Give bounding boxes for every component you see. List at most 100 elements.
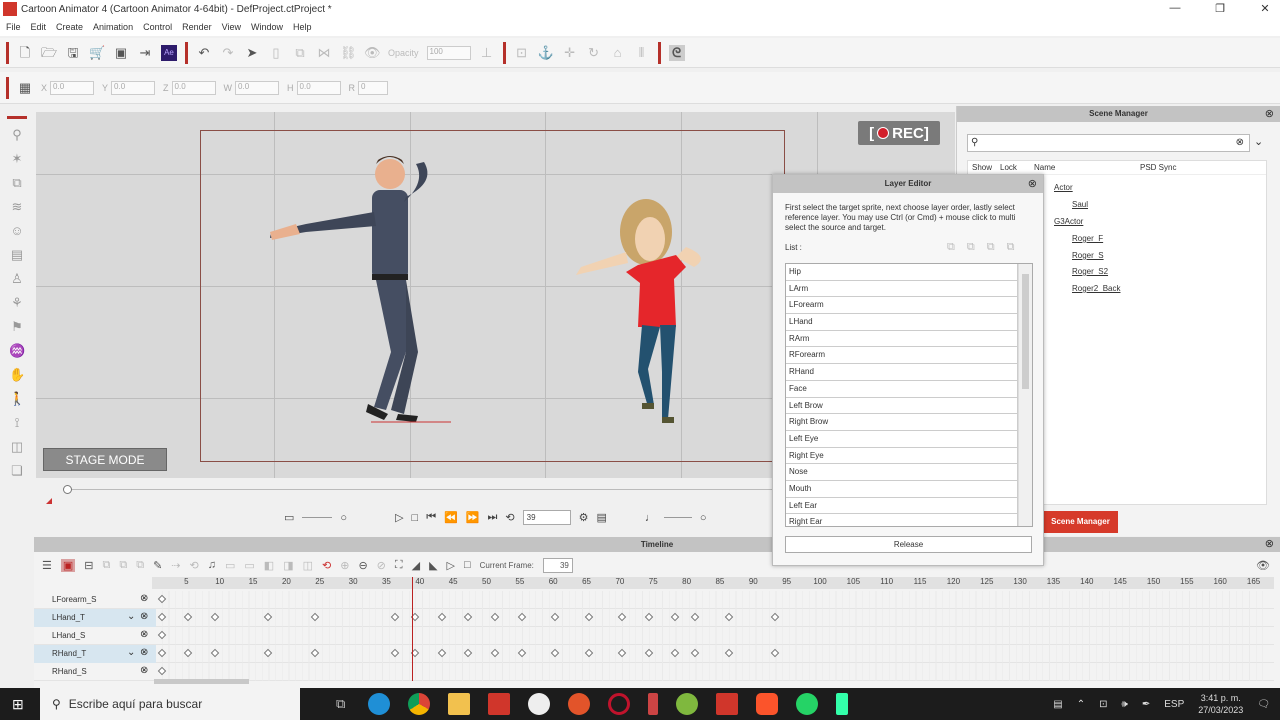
- settings-gear-icon[interactable]: ⚙: [579, 511, 589, 524]
- tree-item-roger-s[interactable]: Roger_S: [1072, 251, 1104, 260]
- maximize-button[interactable]: ❐: [1205, 2, 1235, 15]
- timeline-track[interactable]: RHand_T ⊗ ⌄: [34, 645, 1274, 663]
- roger-character[interactable]: [576, 197, 716, 427]
- layer-list-item[interactable]: RHand: [786, 364, 1018, 381]
- menu-control[interactable]: Control: [143, 22, 172, 32]
- layer-list-item[interactable]: Right Brow: [786, 414, 1018, 431]
- menu-create[interactable]: Create: [56, 22, 83, 32]
- track-lane[interactable]: [156, 591, 1268, 609]
- undo-icon[interactable]: ↶: [196, 45, 212, 61]
- music-icon[interactable]: ♫: [208, 559, 216, 571]
- taskbar-search[interactable]: ⚲ Escribe aquí para buscar: [40, 688, 300, 720]
- select-arrow-icon[interactable]: ➤: [244, 45, 260, 61]
- clock[interactable]: 3:41 p. m. 27/03/2023: [1198, 692, 1243, 716]
- volume-icon[interactable]: 🕪: [1122, 699, 1128, 710]
- play-icon[interactable]: ▷: [395, 511, 403, 524]
- motion-pilot-icon[interactable]: ✶: [9, 151, 25, 167]
- duplicate-icon[interactable]: ▯: [268, 45, 284, 61]
- keyframe[interactable]: [157, 648, 166, 658]
- close-icon[interactable]: ⊗: [1265, 537, 1274, 552]
- notification-icon[interactable]: 🗨: [1257, 699, 1270, 710]
- cut-icon[interactable]: ⧉: [136, 559, 144, 572]
- puppet-icon[interactable]: ♙: [9, 271, 25, 287]
- cartoon-animator-icon[interactable]: [488, 693, 511, 715]
- menu-render[interactable]: Render: [182, 22, 212, 32]
- keyframe[interactable]: [691, 648, 700, 658]
- keyframe[interactable]: [644, 648, 653, 658]
- grid-icon[interactable]: ▤: [9, 247, 25, 263]
- layer-list-item[interactable]: RForearm: [786, 347, 1018, 365]
- layer-icon[interactable]: ❏: [9, 463, 25, 479]
- keyframe[interactable]: [490, 612, 500, 622]
- task-view-icon[interactable]: ⧉: [336, 696, 345, 712]
- remove-track-icon[interactable]: ⊗: [140, 593, 148, 604]
- y-input[interactable]: 0.0: [111, 80, 156, 95]
- flip-icon[interactable]: ⋈: [316, 45, 332, 61]
- path-icon[interactable]: ⟟: [9, 415, 25, 431]
- break-icon[interactable]: ◨: [283, 559, 293, 572]
- zoom-out-icon[interactable]: ⊖: [358, 559, 367, 572]
- send-backward-icon[interactable]: ⧉: [987, 241, 995, 254]
- track-lane[interactable]: [156, 663, 1268, 681]
- track-lane[interactable]: [156, 645, 1268, 663]
- network-icon[interactable]: ⊡: [1099, 699, 1107, 710]
- scene-manager-button[interactable]: Scene Manager: [1043, 511, 1118, 533]
- scrollbar[interactable]: [1018, 264, 1032, 526]
- chevron-up-icon[interactable]: ⌃: [1077, 699, 1085, 710]
- store-cart-icon[interactable]: 🛒: [89, 45, 105, 61]
- keyframe[interactable]: [264, 648, 273, 658]
- app-icon[interactable]: [568, 693, 591, 715]
- current-frame-input[interactable]: 39: [542, 557, 573, 573]
- menu-edit[interactable]: Edit: [31, 22, 47, 32]
- speed-slider[interactable]: [302, 517, 333, 518]
- volume-note-icon[interactable]: ♩: [645, 512, 656, 524]
- speed-handle[interactable]: ○: [340, 512, 347, 524]
- play-icon[interactable]: ▷: [447, 559, 455, 572]
- keyframe[interactable]: [617, 648, 627, 658]
- chrome-icon[interactable]: [408, 693, 431, 715]
- keyframe[interactable]: [464, 612, 473, 622]
- next-key-icon[interactable]: ◣: [429, 559, 437, 572]
- keyframe[interactable]: [550, 648, 560, 658]
- camera-icon[interactable]: ⊡: [514, 45, 530, 61]
- r-input[interactable]: 0: [358, 80, 389, 95]
- windows-start-icon[interactable]: ⊞: [12, 696, 24, 713]
- save-icon[interactable]: 🖫: [65, 45, 81, 61]
- deform-icon[interactable]: ≋: [9, 199, 25, 215]
- move-icon[interactable]: ✛: [562, 45, 578, 61]
- stage-mode-button[interactable]: STAGE MODE: [43, 448, 167, 471]
- rotate-icon[interactable]: ↻: [586, 45, 602, 61]
- pencil-icon[interactable]: [648, 693, 659, 715]
- clip-studio-icon[interactable]: [528, 693, 551, 715]
- new-file-icon[interactable]: 🗋: [17, 45, 33, 61]
- keyframe[interactable]: [390, 648, 400, 658]
- w-input[interactable]: 0.0: [235, 80, 280, 95]
- keyframe[interactable]: [724, 612, 733, 622]
- layer-list-item[interactable]: LForearm: [786, 297, 1018, 315]
- transition-icon[interactable]: ⇢: [171, 559, 180, 572]
- paste-icon[interactable]: ⧉: [119, 559, 127, 572]
- whatsapp-icon[interactable]: [796, 693, 819, 715]
- menu-window[interactable]: Window: [251, 22, 283, 32]
- track-list-icon[interactable]: ☰: [42, 559, 52, 572]
- export-icon[interactable]: ⇥: [137, 45, 153, 61]
- keyframe[interactable]: [310, 612, 320, 622]
- layer-list-item[interactable]: Left Brow: [786, 397, 1018, 415]
- layer-list-item[interactable]: Nose: [786, 464, 1018, 481]
- bring-front-icon[interactable]: ⧉: [947, 241, 955, 254]
- layer-list-item[interactable]: Mouth: [786, 480, 1018, 498]
- saul-character[interactable]: [256, 152, 456, 427]
- layout-icon[interactable]: ⊟: [84, 559, 93, 572]
- col-lock[interactable]: Lock: [1000, 163, 1034, 172]
- track-lane[interactable]: [156, 627, 1268, 645]
- link-icon[interactable]: ⛓: [340, 45, 357, 61]
- layer-list-item[interactable]: Hip: [786, 264, 1018, 281]
- track-lane[interactable]: [156, 609, 1268, 627]
- remove-track-icon[interactable]: ⊗: [140, 611, 148, 622]
- tree-item-actor[interactable]: Actor: [1054, 183, 1073, 192]
- mask-icon[interactable]: ◫: [9, 439, 25, 455]
- timeline-ruler[interactable]: 5 10 15 20 25 30 35 40 45 50 55 60 65 70 75 80 85 90 95 100…: [152, 577, 1274, 589]
- layer-list-item[interactable]: LHand: [786, 314, 1018, 331]
- stop-icon[interactable]: □: [464, 559, 471, 571]
- layer-list-item[interactable]: Left Ear: [786, 497, 1018, 515]
